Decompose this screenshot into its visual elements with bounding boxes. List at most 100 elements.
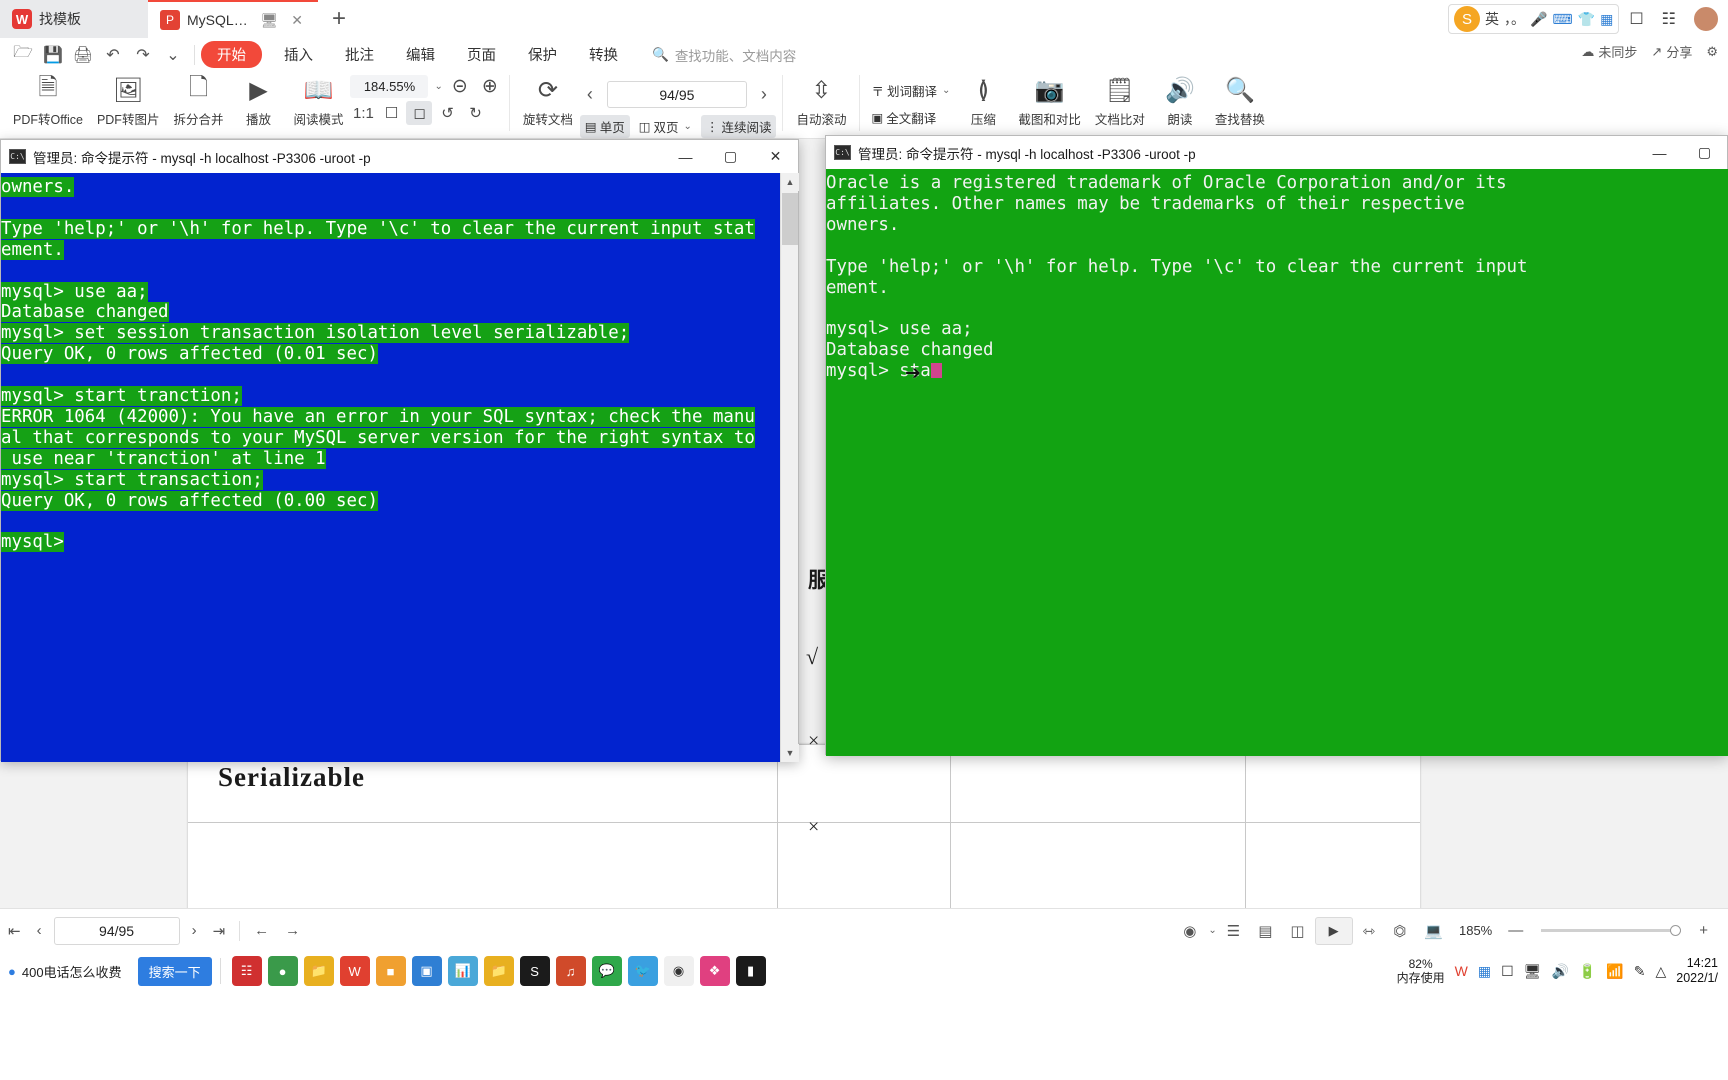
screen-icon[interactable]: ☐ (1501, 963, 1514, 980)
console-1-output[interactable]: owners. Type 'help;' or '\h' for help. T… (1, 173, 782, 762)
music-icon[interactable]: ♫ (555, 956, 586, 986)
read-aloud-button[interactable]: 🔊 朗读 (1152, 71, 1208, 130)
double-page-button[interactable]: ◫ 双页 ⌄ (634, 115, 697, 138)
menu-insert[interactable]: 插入 (268, 41, 329, 68)
pdf-to-office-button[interactable]: 🗎 PDF转Office (6, 71, 90, 130)
tab-mysql-pdf[interactable]: P MySQL-基础篇.pdf 🖥 ✕ (148, 0, 318, 38)
volume-icon[interactable]: 🔊 (1551, 963, 1568, 980)
menu-page[interactable]: 页面 (451, 41, 512, 68)
maximize-button[interactable]: ▢ (708, 140, 753, 173)
taskview-icon[interactable]: ☷ (231, 956, 262, 986)
rotate-left-icon[interactable]: ↺ (434, 101, 460, 125)
console-window-2[interactable]: C:\ 管理员: 命令提示符 - mysql -h localhost -P33… (825, 135, 1728, 756)
first-page-icon[interactable]: ⇤ (0, 922, 29, 940)
crop-icon[interactable]: ⏣ (1385, 922, 1414, 940)
menu-protect[interactable]: 保护 (512, 41, 573, 68)
console-2-titlebar[interactable]: C:\ 管理员: 命令提示符 - mysql -h localhost -P33… (826, 136, 1727, 169)
next-page-button[interactable]: › (754, 84, 774, 105)
console-window-1[interactable]: C:\ 管理员: 命令提示符 - mysql -h localhost -P33… (0, 139, 799, 762)
settings-button[interactable]: ⚙ (1706, 44, 1718, 60)
prev-page-icon[interactable]: ‹ (29, 922, 50, 939)
grid-icon[interactable]: ☷ (1654, 9, 1684, 29)
actual-size-icon[interactable]: 1:1 (350, 101, 376, 125)
print-icon[interactable]: 🖨 (68, 41, 98, 69)
console-prompt-line[interactable]: mysql> sta (826, 361, 1728, 382)
close-icon[interactable]: ✕ (288, 12, 306, 29)
console-1-titlebar[interactable]: C:\ 管理员: 命令提示符 - mysql -h localhost -P33… (1, 140, 798, 173)
idea-icon[interactable]: ❖ (699, 956, 730, 986)
zoom-plus-icon[interactable]: + (1691, 922, 1716, 939)
store-icon[interactable]: ■ (375, 956, 406, 986)
apps-grid-icon[interactable]: ▦ (1600, 11, 1613, 28)
close-button[interactable]: ✕ (753, 140, 798, 173)
zoom-minus-icon[interactable]: — (1500, 922, 1531, 939)
chevron-down-icon[interactable]: ⌄ (942, 85, 950, 96)
battery-icon[interactable]: 🔋 (1579, 963, 1596, 980)
share-button[interactable]: ↗ 分享 (1651, 42, 1692, 61)
explorer-icon[interactable]: 📁 (303, 956, 334, 986)
skin-icon[interactable]: 👕 (1578, 11, 1595, 28)
next-view-icon[interactable]: → (277, 922, 308, 939)
ime-punctuation-icon[interactable]: ，。 (1504, 9, 1525, 29)
menu-start[interactable]: 开始 (201, 41, 262, 68)
chevron-down-icon[interactable]: ⌄ (158, 41, 188, 69)
autoscroll-button[interactable]: ⇳ 自动滚动 (789, 71, 853, 130)
chart-icon[interactable]: 📊 (447, 956, 478, 986)
compress-button[interactable]: ≬ 压缩 (955, 71, 1011, 130)
reading-mode-button[interactable]: 📖 阅读模式 (286, 71, 350, 130)
up-arrow-icon[interactable]: △ (1656, 963, 1667, 980)
prev-view-icon[interactable]: ← (246, 922, 277, 939)
scrollbar-thumb[interactable] (782, 193, 798, 245)
maximize-button[interactable]: ▢ (1682, 136, 1727, 169)
avatar[interactable] (1692, 5, 1720, 33)
zoom-level-label[interactable]: 185% (1453, 923, 1498, 938)
menu-comment[interactable]: 批注 (329, 41, 390, 68)
notes-icon[interactable]: ✎ (1634, 963, 1646, 980)
chevron-down-icon[interactable]: ⌄ (684, 121, 692, 132)
folder-icon[interactable]: 📁 (483, 956, 514, 986)
laptop-icon[interactable]: 💻 (1416, 922, 1451, 940)
scroll-up-icon[interactable]: ▲ (781, 173, 799, 191)
edge-icon[interactable]: ● (267, 956, 298, 986)
redo-icon[interactable]: ↷ (128, 41, 158, 69)
menu-convert[interactable]: 转换 (573, 41, 634, 68)
grid-icon[interactable]: ▦ (1478, 963, 1491, 980)
single-page-icon[interactable]: ▤ (1250, 922, 1280, 940)
fit-width-icon[interactable]: ◻ (406, 101, 433, 125)
play-icon[interactable]: ▶ (1314, 916, 1353, 945)
new-tab-button[interactable]: + (318, 7, 360, 31)
scroll-down-icon[interactable]: ▼ (781, 744, 799, 762)
chevron-down-icon[interactable]: ⌄ (434, 81, 442, 92)
menu-edit[interactable]: 编辑 (390, 41, 451, 68)
wechat-icon[interactable]: 💬 (591, 956, 622, 986)
fit-width-icon[interactable]: ⇿ (1355, 922, 1384, 940)
zoom-slider-knob[interactable] (1670, 925, 1682, 936)
rotate-right-icon[interactable]: ↻ (462, 101, 488, 125)
qq-icon[interactable]: 🐦 (627, 956, 658, 986)
taskbar-news-item[interactable]: ● 400电话怎么收费 (0, 962, 130, 981)
double-page-icon[interactable]: ◫ (1282, 922, 1312, 940)
memory-indicator[interactable]: 82% 内存使用 (1397, 957, 1445, 985)
continuous-scroll-button[interactable]: ⋮ 连续阅读 (700, 115, 777, 138)
full-translate-button[interactable]: ▣ 全文翻译 (866, 106, 955, 129)
search-input[interactable]: 🔍 查找功能、文档内容 (652, 45, 796, 65)
zoom-out-icon[interactable]: ⊝ (447, 75, 473, 98)
page-number-input[interactable]: 94/95 (606, 81, 747, 108)
find-replace-button[interactable]: 🔍 查找替换 (1208, 71, 1272, 130)
screenshot-compare-button[interactable]: 📷 截图和对比 (1011, 71, 1088, 130)
taskbar-search-button[interactable]: 搜索一下 (137, 956, 212, 986)
s-icon[interactable]: S (519, 956, 550, 986)
microphone-icon[interactable]: 🎤 (1530, 11, 1547, 28)
teams-icon[interactable]: ▣ (411, 956, 442, 986)
minimize-button[interactable]: — (1637, 136, 1682, 169)
W-icon[interactable]: W (1455, 963, 1468, 979)
tab-find-template[interactable]: W 找模板 (0, 0, 148, 38)
restore-icon[interactable]: ☐ (1621, 9, 1651, 29)
doc-compare-button[interactable]: 🗒 文档比对 (1088, 71, 1152, 130)
save-icon[interactable]: 💾 (38, 41, 68, 69)
prev-page-button[interactable]: ‹ (580, 84, 600, 105)
zoom-in-icon[interactable]: ⊕ (477, 75, 503, 98)
monitor-icon[interactable]: 🖥 (1524, 963, 1542, 980)
present-icon[interactable]: 🖥 (257, 12, 281, 29)
fit-page-icon[interactable]: ☐ (378, 101, 404, 125)
